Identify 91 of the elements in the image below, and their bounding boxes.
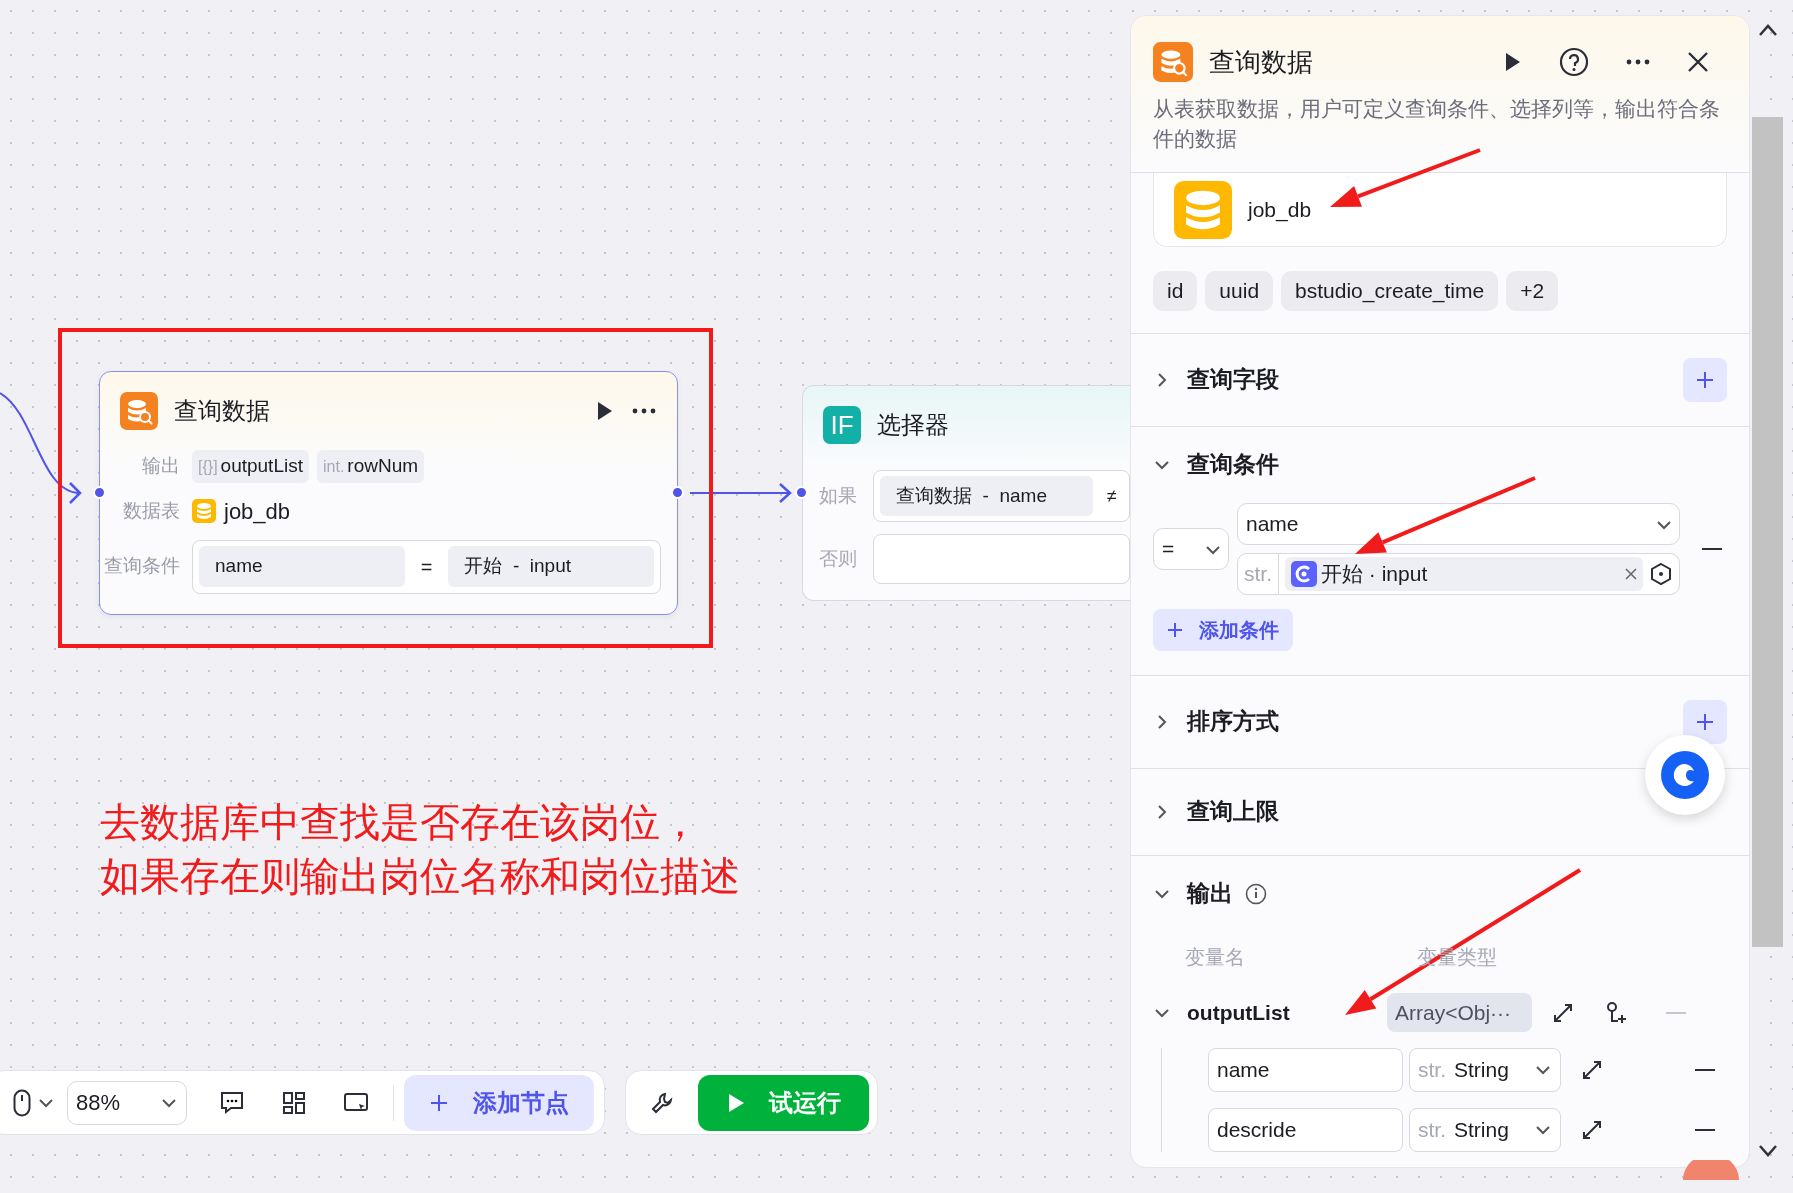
database-icon xyxy=(1174,180,1232,239)
reference-text: 开始 · input xyxy=(1321,560,1428,587)
type-prefix: str. xyxy=(1418,1116,1446,1143)
operator-text: ≠ xyxy=(1107,484,1117,508)
column-tag: +2 xyxy=(1506,271,1559,311)
help-icon[interactable] xyxy=(1559,47,1589,77)
section-title: 输出 xyxy=(1187,879,1233,909)
database-search-icon xyxy=(1153,42,1193,82)
comment-icon[interactable] xyxy=(218,1089,245,1116)
type-value: String xyxy=(1454,1056,1509,1083)
database-icon xyxy=(192,499,216,523)
table-name: job_db xyxy=(224,497,291,526)
field-select[interactable]: name xyxy=(1237,502,1680,545)
operator-text: = xyxy=(419,554,434,580)
add-button[interactable] xyxy=(1683,699,1727,744)
name-field[interactable]: descride xyxy=(1208,1107,1403,1152)
field-label: 如果 xyxy=(819,483,857,508)
plus-icon xyxy=(1167,621,1183,638)
wrench-icon[interactable] xyxy=(650,1090,674,1115)
variable-icon[interactable] xyxy=(1649,561,1673,586)
scrollbar-thumb[interactable] xyxy=(1752,117,1783,947)
field-label: 否则 xyxy=(819,546,857,571)
play-icon xyxy=(726,1092,745,1113)
type-value: String xyxy=(1454,1116,1509,1143)
add-button[interactable] xyxy=(1683,357,1727,402)
plus-icon xyxy=(428,1092,449,1113)
field-value: name xyxy=(1246,510,1299,537)
scroll-up-icon[interactable] xyxy=(1757,23,1778,37)
info-icon xyxy=(1245,882,1267,905)
operator-text: = xyxy=(1162,535,1175,562)
add-condition-button[interactable]: 添加条件 xyxy=(1153,608,1293,651)
scroll-down-icon[interactable] xyxy=(1757,1144,1778,1158)
reference-chip[interactable]: 开始 · input xyxy=(1285,556,1643,591)
plus-icon xyxy=(1696,712,1714,731)
zoom-select[interactable]: 88% xyxy=(67,1080,187,1125)
value-field[interactable]: str. 开始 · input xyxy=(1237,552,1680,595)
table-name: job_db xyxy=(1248,196,1312,224)
remove-icon[interactable] xyxy=(1695,1067,1715,1072)
type-select[interactable]: str. String xyxy=(1409,1107,1561,1152)
panel-title: 查询数据 xyxy=(1209,45,1313,79)
chat-bubble-icon xyxy=(1660,750,1710,800)
node-card[interactable]: IF 选择器 如果 查询数据 - name ≠ 否则 xyxy=(802,385,1130,601)
remove-icon[interactable] xyxy=(1702,546,1722,551)
if-icon: IF xyxy=(823,406,861,444)
type-label: [{}] xyxy=(198,458,218,475)
zoom-value: 88% xyxy=(76,1089,121,1117)
section-title: 排序方式 xyxy=(1187,707,1279,737)
field-label: 输出 xyxy=(141,454,180,478)
name-field[interactable]: name xyxy=(1208,1047,1403,1092)
column-tag: bstudio_create_time xyxy=(1281,271,1499,311)
expand-icon[interactable] xyxy=(1581,1058,1603,1081)
mouse-icon[interactable] xyxy=(13,1088,31,1117)
section-title: 查询上限 xyxy=(1187,797,1279,827)
column-tag: uuid xyxy=(1205,271,1274,311)
start-node-icon xyxy=(1291,560,1317,587)
condition-value: 查询数据 - name xyxy=(880,475,1093,517)
table-card[interactable]: job_db xyxy=(1153,173,1727,247)
add-child-icon[interactable] xyxy=(1604,1000,1628,1025)
annotation-text: 去数据库中查找是否存在该岗位， xyxy=(100,799,701,846)
section-title: 查询字段 xyxy=(1187,365,1279,395)
operator-select[interactable]: = xyxy=(1153,527,1229,570)
output-name: outputList xyxy=(220,455,303,476)
column-header: 变量名 xyxy=(1185,944,1246,970)
field-label: 数据表 xyxy=(122,498,180,523)
node-card[interactable]: 查询数据 输出 [{}]outputList int.rowNum 数据表 job_db 查询条件 name = 开始 - input xyxy=(99,371,678,615)
grid-icon[interactable] xyxy=(280,1089,307,1116)
type-label: str. xyxy=(1238,553,1279,594)
section-title: 查询条件 xyxy=(1187,450,1279,480)
column-tag: id xyxy=(1153,271,1198,311)
node-title: 查询数据 xyxy=(174,396,270,426)
variable-name: outputList xyxy=(1187,999,1291,1026)
add-node-button[interactable]: 添加节点 xyxy=(403,1074,594,1131)
database-search-icon xyxy=(120,392,158,430)
remove-icon[interactable] xyxy=(1695,1127,1715,1132)
node-title: 选择器 xyxy=(877,410,949,440)
expand-icon[interactable] xyxy=(1581,1118,1603,1141)
condition-value: 开始 - input xyxy=(448,546,654,587)
type-label: int. xyxy=(323,458,345,475)
clear-icon[interactable] xyxy=(1625,567,1637,580)
type-tag: Array<Obj··· xyxy=(1387,992,1532,1033)
mascot-icon xyxy=(1683,1160,1739,1180)
output-name: rowNum xyxy=(347,455,419,476)
panel-description: 从表获取数据，用户可定义查询条件、选择列等，输出符合条件的数据 xyxy=(1153,96,1721,152)
type-prefix: str. xyxy=(1418,1056,1446,1083)
type-select[interactable]: str. String xyxy=(1409,1047,1561,1092)
plus-icon xyxy=(1696,370,1714,389)
annotation-text: 如果存在则输出岗位名称和岗位描述 xyxy=(100,853,740,900)
close-icon[interactable] xyxy=(1687,51,1709,73)
condition-field: name xyxy=(199,546,405,587)
field-label: 查询条件 xyxy=(103,554,180,579)
expand-icon[interactable] xyxy=(1552,1001,1574,1024)
